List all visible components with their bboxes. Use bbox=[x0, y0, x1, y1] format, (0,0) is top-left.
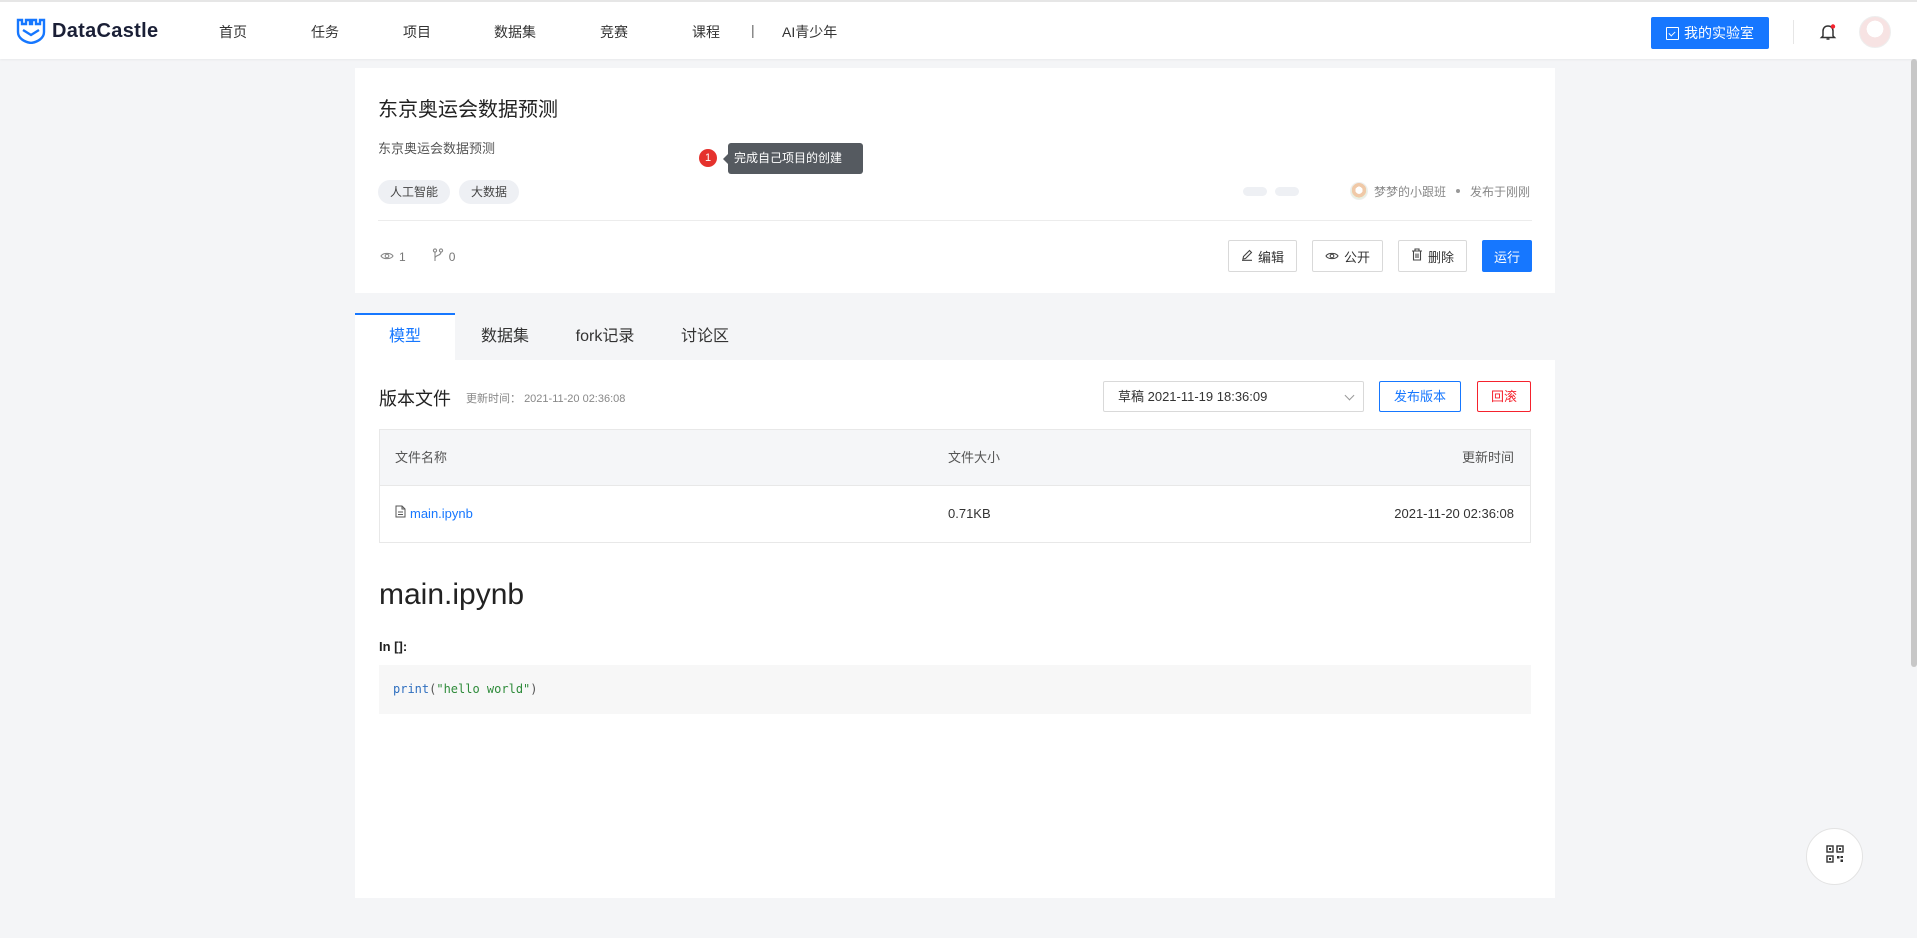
nav-tasks[interactable]: 任务 bbox=[311, 22, 403, 42]
version-files-title: 版本文件 bbox=[379, 389, 451, 409]
nav-competitions[interactable]: 竞赛 bbox=[600, 22, 692, 42]
column-file-name: 文件名称 bbox=[395, 450, 448, 465]
views-stat: 1 bbox=[380, 250, 406, 264]
project-content-panel: 模型 数据集 fork记录 讨论区 版本文件 更新时间： 2021-11-20 … bbox=[355, 313, 1555, 898]
tab-datasets[interactable]: 数据集 bbox=[455, 313, 555, 360]
page-scrollbar[interactable] bbox=[1911, 59, 1917, 667]
file-icon bbox=[395, 486, 406, 542]
project-header-card: 东京奥运会数据预测 东京奥运会数据预测 人工智能 大数据 梦梦的小跟班 发布于刚… bbox=[355, 68, 1555, 293]
rollback-button[interactable]: 回滚 bbox=[1477, 381, 1531, 412]
project-title: 东京奥运会数据预测 bbox=[378, 99, 558, 121]
file-table-header: 文件名称 文件大小 更新时间 bbox=[380, 430, 1530, 486]
bell-icon[interactable] bbox=[1818, 22, 1838, 42]
eye-icon bbox=[1325, 249, 1339, 264]
public-button[interactable]: 公开 bbox=[1311, 240, 1383, 272]
nav-ai-youth[interactable]: AI青少年 bbox=[782, 22, 837, 42]
dot-separator bbox=[1455, 189, 1460, 193]
top-navbar: DataCastle 首页 任务 项目 数据集 竞赛 课程 | AI青少年 我的… bbox=[0, 0, 1917, 59]
forks-count: 0 bbox=[448, 249, 456, 264]
tab-fork-records[interactable]: fork记录 bbox=[555, 313, 655, 360]
card-divider bbox=[378, 220, 1532, 221]
edit-icon bbox=[1241, 249, 1253, 264]
run-button[interactable]: 运行 bbox=[1481, 240, 1532, 272]
author-avatar[interactable] bbox=[1349, 182, 1368, 200]
update-time-info: 更新时间： 2021-11-20 02:36:08 bbox=[466, 390, 625, 406]
file-cell: main.ipynb bbox=[395, 486, 473, 542]
guide-tooltip: 完成自己项目的创建 bbox=[723, 143, 863, 174]
version-select-value: 草稿 2021-11-19 18:36:09 bbox=[1118, 389, 1268, 404]
user-avatar[interactable] bbox=[1859, 16, 1891, 48]
publish-version-button[interactable]: 发布版本 bbox=[1379, 381, 1461, 412]
qrcode-button[interactable] bbox=[1806, 828, 1863, 885]
project-description: 东京奥运会数据预测 bbox=[378, 141, 496, 156]
column-updated: 更新时间 bbox=[1461, 450, 1514, 465]
nav-courses[interactable]: 课程 bbox=[692, 22, 751, 42]
version-select[interactable]: 草稿 2021-11-19 18:36:09 bbox=[1103, 381, 1364, 412]
edit-label: 编辑 bbox=[1257, 249, 1284, 265]
lab-icon bbox=[1666, 26, 1679, 40]
column-file-size: 文件大小 bbox=[948, 450, 1001, 465]
loading-placeholder bbox=[1243, 187, 1267, 196]
my-lab-label: 我的实验室 bbox=[1684, 25, 1754, 41]
tag-ai[interactable]: 人工智能 bbox=[378, 180, 451, 204]
nav-home[interactable]: 首页 bbox=[219, 22, 311, 42]
public-label: 公开 bbox=[1343, 249, 1370, 265]
file-table: 文件名称 文件大小 更新时间 main.ipynb 0.71KB 2021-11… bbox=[379, 429, 1531, 543]
guide-step-badge: 1 bbox=[699, 149, 717, 167]
code-cell: print("hello world") bbox=[379, 665, 1531, 714]
views-count: 1 bbox=[399, 249, 406, 264]
header-divider bbox=[1793, 20, 1794, 44]
nav-projects[interactable]: 项目 bbox=[403, 22, 494, 42]
project-stats: 1 0 bbox=[380, 248, 481, 265]
datacastle-logo-icon bbox=[16, 18, 46, 45]
file-name: main.ipynb bbox=[410, 506, 473, 521]
delete-button[interactable]: 删除 bbox=[1397, 240, 1467, 272]
trash-icon bbox=[1411, 248, 1423, 264]
logo-text: DataCastle bbox=[52, 19, 159, 42]
logo[interactable]: DataCastle bbox=[16, 18, 159, 45]
chevron-down-icon bbox=[1344, 390, 1355, 401]
table-row: main.ipynb 0.71KB 2021-11-20 02:36:08 bbox=[380, 486, 1530, 542]
forks-stat: 0 bbox=[432, 248, 456, 265]
update-time-value: 2021-11-20 02:36:08 bbox=[524, 393, 626, 405]
update-time-label: 更新时间： bbox=[466, 393, 521, 405]
author-info: 梦梦的小跟班 发布于刚刚 bbox=[1349, 182, 1530, 200]
tag-big-data[interactable]: 大数据 bbox=[459, 180, 520, 204]
nav-separator: | bbox=[751, 22, 755, 38]
edit-button[interactable]: 编辑 bbox=[1227, 240, 1297, 272]
cell-prompt: In []: bbox=[379, 639, 408, 654]
qrcode-icon bbox=[1825, 845, 1844, 868]
tab-model[interactable]: 模型 bbox=[355, 313, 455, 360]
loading-placeholder bbox=[1275, 187, 1299, 196]
code-function: print bbox=[393, 682, 430, 696]
file-link[interactable]: main.ipynb bbox=[395, 486, 473, 542]
project-tags: 人工智能 大数据 bbox=[378, 180, 520, 204]
main-nav: 首页 任务 项目 数据集 竞赛 课程 | AI青少年 bbox=[219, 22, 837, 42]
delete-label: 删除 bbox=[1427, 249, 1454, 265]
code-paren-close: ) bbox=[530, 682, 538, 696]
tab-discussion[interactable]: 讨论区 bbox=[655, 313, 755, 360]
eye-icon bbox=[380, 250, 394, 264]
project-actions: 编辑 公开 删除 运行 bbox=[1227, 240, 1532, 272]
author-name[interactable]: 梦梦的小跟班 bbox=[1374, 183, 1446, 200]
publish-status: 发布于刚刚 bbox=[1469, 184, 1530, 199]
tab-bar: 模型 数据集 fork记录 讨论区 bbox=[355, 313, 1555, 360]
nav-datasets[interactable]: 数据集 bbox=[494, 22, 600, 42]
my-lab-button[interactable]: 我的实验室 bbox=[1651, 17, 1769, 49]
notebook-title: main.ipynb bbox=[379, 578, 525, 611]
code-string: "hello world" bbox=[436, 682, 531, 696]
file-updated: 2021-11-20 02:36:08 bbox=[1394, 506, 1514, 521]
file-size: 0.71KB bbox=[948, 506, 991, 521]
fork-icon bbox=[432, 248, 444, 265]
